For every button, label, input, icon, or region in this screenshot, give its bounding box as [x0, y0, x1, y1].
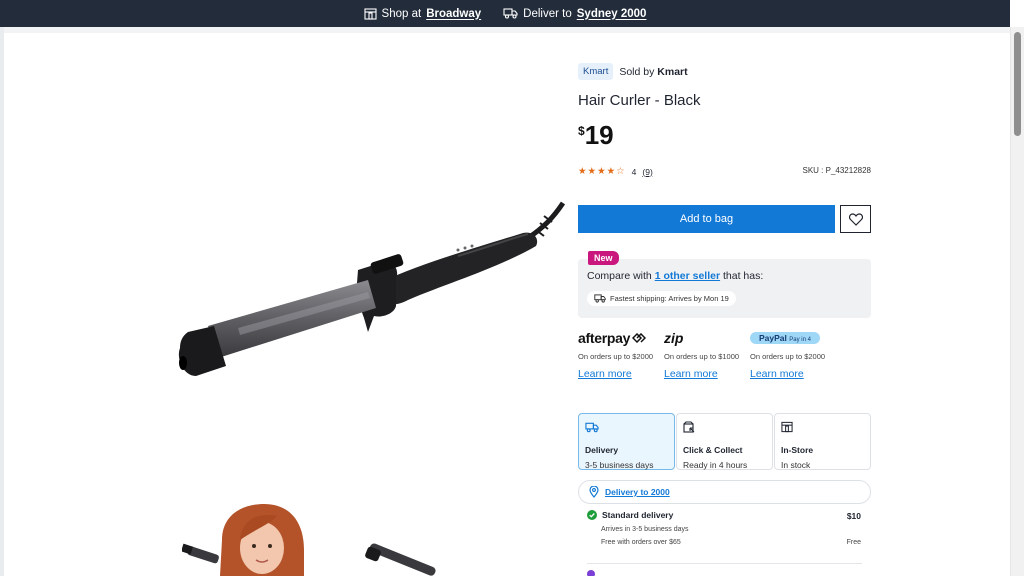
afterpay-arrows-icon: [632, 333, 647, 343]
star-icon: ★: [578, 166, 587, 177]
zip-note: On orders up to $1000: [664, 352, 740, 361]
seller-badge: Kmart: [578, 63, 614, 80]
other-seller-link[interactable]: 1 other seller: [655, 270, 720, 282]
fastest-shipping-text: Fastest shipping: Arrives by Mon 19: [610, 294, 729, 303]
rating-count[interactable]: (9): [642, 167, 652, 177]
product-thumbnail-curler[interactable]: [360, 540, 450, 576]
click-collect-option-sub: Ready in 4 hours: [683, 460, 748, 470]
deliver-to-label: Deliver to: [523, 7, 572, 20]
check-circle-icon: [587, 510, 597, 520]
paypal-note: On orders up to $2000: [750, 352, 826, 361]
zip-learn-more[interactable]: Learn more: [664, 368, 718, 380]
product-thumbnail-model[interactable]: [182, 500, 312, 576]
in-store-option[interactable]: In-Store In stock: [774, 413, 871, 470]
standard-delivery-price: $10: [846, 511, 861, 521]
product-price: $ 19: [578, 120, 614, 150]
product-main-image[interactable]: [168, 198, 568, 388]
delivery-divider: [587, 563, 862, 564]
zip-logo: zip: [664, 330, 684, 346]
add-to-bag-button[interactable]: Add to bag: [578, 205, 835, 233]
paypal-learn-more[interactable]: Learn more: [750, 368, 804, 380]
zip-option: zip On orders up to $1000 Learn more: [664, 330, 744, 382]
sold-by-label: Sold by Kmart: [619, 65, 688, 78]
in-store-option-sub: In stock: [781, 460, 811, 470]
star-icon: ★: [597, 166, 606, 177]
next-delivery-option-indicator: [587, 570, 595, 576]
click-collect-option[interactable]: Click & Collect Ready in 4 hours: [676, 413, 773, 470]
heart-icon: [848, 212, 863, 226]
delivery-option-title: Delivery: [585, 445, 619, 455]
star-icon: ★: [587, 166, 597, 177]
standard-delivery-title-row: Standard delivery: [587, 510, 673, 520]
paypal-option: PayPal Pay in 4 On orders up to $2000 Le…: [750, 330, 830, 382]
rating-stars: ★ ★ ★ ★ ☆: [578, 166, 625, 177]
truck-icon: [594, 294, 606, 303]
standard-delivery-eta: Arrives in 3-5 business days: [601, 526, 689, 533]
delivery-location-link[interactable]: Delivery to 2000: [605, 487, 670, 497]
standard-delivery-free-note: Free with orders over $65: [601, 539, 681, 546]
wishlist-button[interactable]: [840, 205, 871, 233]
product-rating[interactable]: ★ ★ ★ ★ ☆ 4 (9): [578, 166, 653, 177]
standard-delivery-free-label: Free: [846, 539, 861, 546]
seller-info: Kmart Sold by Kmart: [578, 63, 688, 80]
scrollbar-thumb[interactable]: [1014, 32, 1021, 136]
shop-at-label: Shop at: [381, 7, 422, 20]
click-collect-icon: [683, 421, 695, 433]
rating-value: 4: [631, 166, 637, 177]
location-pin-icon: [589, 486, 599, 498]
product-sku: SKU : P_43212828: [802, 166, 872, 175]
truck-icon: [585, 422, 599, 433]
fastest-shipping-pill: Fastest shipping: Arrives by Mon 19: [587, 291, 736, 306]
store-icon: [363, 7, 377, 20]
afterpay-logo: afterpay: [578, 330, 658, 346]
paypal-logo: PayPal Pay in 4: [750, 330, 830, 346]
new-badge: New: [588, 251, 619, 265]
page-scrollbar[interactable]: [1010, 27, 1024, 576]
afterpay-learn-more[interactable]: Learn more: [578, 368, 632, 380]
delivery-option-sub: 3-5 business days: [585, 460, 654, 470]
shop-at-store[interactable]: Shop at Broadway: [363, 7, 481, 20]
star-icon: ★: [606, 166, 616, 177]
price-amount: 19: [584, 120, 614, 150]
afterpay-option: afterpay On orders up to $2000 Learn mor…: [578, 330, 658, 382]
product-title: Hair Curler - Black: [578, 92, 701, 109]
product-info-panel: Kmart Sold by Kmart Hair Curler - Black …: [578, 0, 871, 576]
afterpay-note: On orders up to $2000: [578, 352, 654, 361]
page-left-border: [0, 27, 4, 576]
in-store-option-title: In-Store: [781, 445, 814, 455]
star-empty-icon: ☆: [616, 166, 625, 177]
store-icon: [781, 421, 793, 433]
truck-icon: [503, 8, 518, 19]
click-collect-option-title: Click & Collect: [683, 445, 743, 455]
standard-delivery-title: Standard delivery: [602, 510, 674, 520]
delivery-option[interactable]: Delivery 3-5 business days: [578, 413, 675, 470]
delivery-location-selector[interactable]: Delivery to 2000: [578, 480, 871, 504]
price-currency: $: [578, 124, 585, 138]
compare-sellers-box: Compare with 1 other seller that has: Fa…: [578, 259, 871, 318]
shop-store-name[interactable]: Broadway: [426, 8, 481, 20]
compare-text: Compare with 1 other seller that has:: [587, 270, 764, 282]
